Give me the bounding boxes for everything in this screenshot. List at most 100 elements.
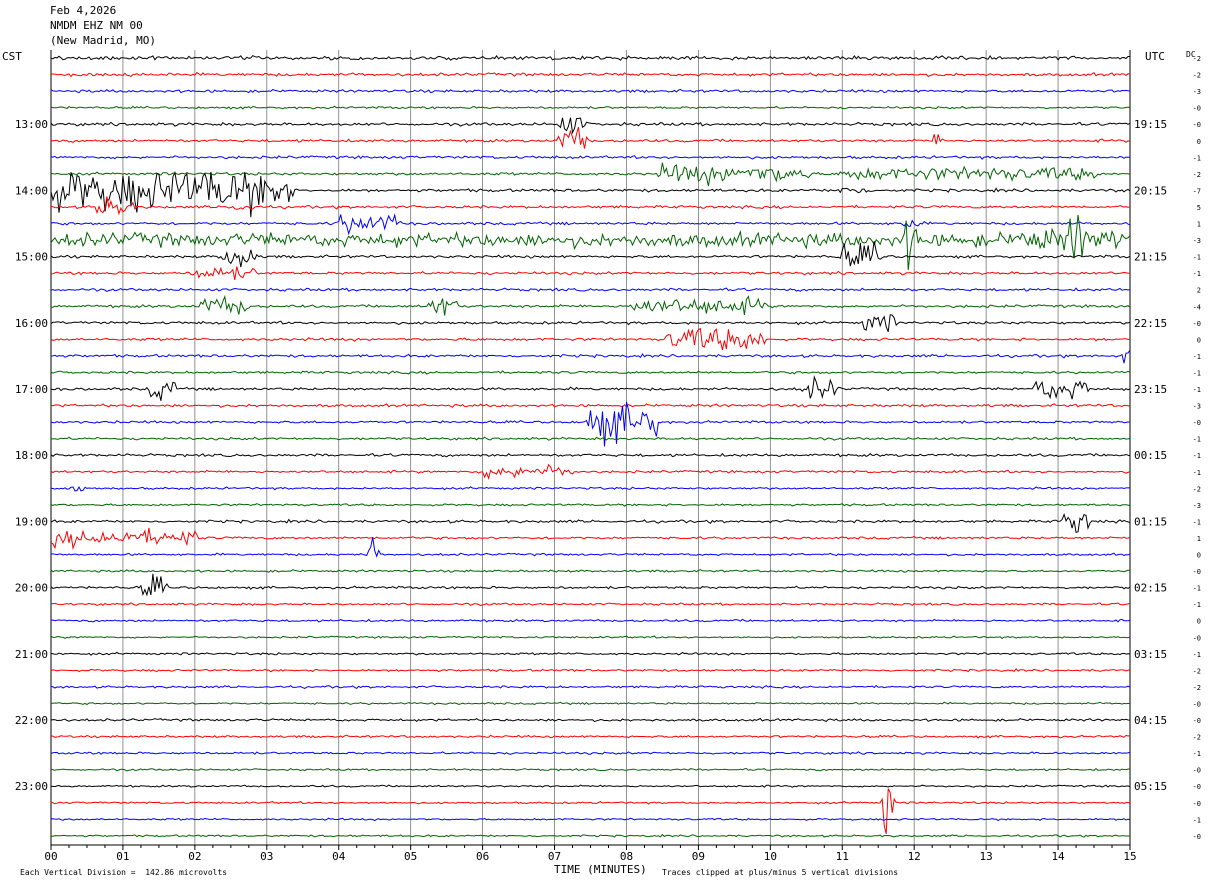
dc-offset-label: -0 xyxy=(1193,767,1201,775)
seismic-trace-row xyxy=(50,833,1131,838)
right-hour-label: 22:15 xyxy=(1134,317,1167,330)
left-hour-label: 23:00 xyxy=(15,780,48,793)
seismic-trace-row xyxy=(50,463,1131,480)
seismic-trace-row xyxy=(50,751,1131,755)
dc-offset-label: -0 xyxy=(1193,700,1201,708)
dc-offset-label: -2 xyxy=(1193,667,1201,675)
dc-offset-label: 0 xyxy=(1197,138,1201,146)
dc-offset-label: -3 xyxy=(1193,502,1201,510)
seismic-trace-row xyxy=(50,314,1131,332)
seismic-trace-row xyxy=(50,602,1131,607)
dc-offset-label: 5 xyxy=(1197,204,1201,212)
seismic-trace-row xyxy=(50,54,1130,61)
left-hour-label: 13:00 xyxy=(15,118,48,131)
x-tick-label: 00 xyxy=(44,850,57,863)
seismic-trace-row xyxy=(50,294,1131,316)
x-tick-label: 11 xyxy=(836,850,849,863)
seismic-trace-row xyxy=(50,266,1131,280)
dc-offset-label: -2 xyxy=(1193,72,1201,80)
left-hour-label: 17:00 xyxy=(15,383,48,396)
dc-offset-label: -4 xyxy=(1193,303,1201,311)
right-hour-label: 05:15 xyxy=(1134,780,1167,793)
left-hour-label: 22:00 xyxy=(15,714,48,727)
dc-offset-label: -2 xyxy=(1193,485,1201,493)
seismic-trace-row xyxy=(50,162,1131,187)
x-axis-title: TIME (MINUTES) xyxy=(554,863,647,876)
seismic-trace-row xyxy=(50,635,1131,640)
left-hour-label: 16:00 xyxy=(15,317,48,330)
dc-offset-label: -2 xyxy=(1193,55,1201,63)
dc-offset-label: -1 xyxy=(1193,154,1201,162)
vertical-division-note: Each Vertical Division = 142.86 microvol… xyxy=(20,868,228,877)
x-tick-label: 13 xyxy=(980,850,993,863)
dc-offset-label: -0 xyxy=(1193,800,1201,808)
seismic-trace-row xyxy=(50,196,1131,216)
right-hour-label: 19:15 xyxy=(1134,118,1167,131)
left-hour-label: 14:00 xyxy=(15,184,48,197)
x-tick-label: 12 xyxy=(908,850,921,863)
dc-offset-label: -1 xyxy=(1193,254,1201,262)
seismic-trace-row xyxy=(50,684,1131,690)
seismic-trace-row xyxy=(50,503,1131,507)
right-hour-label: 21:15 xyxy=(1134,251,1167,264)
x-tick-label: 07 xyxy=(548,850,561,863)
dc-offset-label: -1 xyxy=(1193,518,1201,526)
seismic-trace-row xyxy=(50,734,1131,739)
x-tick-label: 05 xyxy=(404,850,417,863)
dc-offset-label: 0 xyxy=(1197,552,1201,560)
x-tick-label: 10 xyxy=(764,850,777,863)
dc-offset-label: -0 xyxy=(1193,783,1201,791)
right-hour-label: 23:15 xyxy=(1134,383,1167,396)
seismic-trace-row xyxy=(50,349,1131,364)
dc-offset-label: -0 xyxy=(1193,717,1201,725)
seismic-trace-row xyxy=(50,817,1131,822)
dc-offset-label: 2 xyxy=(1197,287,1201,295)
left-hour-label: 20:00 xyxy=(15,582,48,595)
seismic-trace-row xyxy=(50,537,1131,558)
dc-offset-label: 1 xyxy=(1197,535,1201,543)
seismic-trace-row xyxy=(50,527,1131,551)
seismic-trace-row xyxy=(50,767,1131,772)
seismic-trace-row xyxy=(50,569,1131,573)
seismic-trace-row xyxy=(50,213,1131,236)
dc-offset-label: -1 xyxy=(1193,651,1201,659)
dc-offset-label: -1 xyxy=(1193,452,1201,460)
dc-offset-label: -3 xyxy=(1193,403,1201,411)
seismic-trace-row xyxy=(50,573,1131,597)
x-tick-label: 03 xyxy=(260,850,273,863)
x-tick-label: 15 xyxy=(1123,850,1136,863)
dc-offset-label: -1 xyxy=(1193,816,1201,824)
seismic-trace-row xyxy=(50,71,1131,78)
right-hour-label: 20:15 xyxy=(1134,184,1167,197)
dc-offset-label: -7 xyxy=(1193,187,1201,195)
seismic-trace-row xyxy=(50,485,1130,492)
x-tick-label: 09 xyxy=(692,850,705,863)
dc-offset-label: 0 xyxy=(1197,336,1201,344)
seismic-trace-row xyxy=(50,88,1131,94)
seismic-trace-row xyxy=(50,105,1131,110)
seismic-trace-row xyxy=(50,403,1131,408)
seismic-trace-row xyxy=(50,651,1131,656)
seismic-trace-row xyxy=(50,117,1131,135)
dc-offset-label: -1 xyxy=(1193,270,1201,278)
seismic-trace-row xyxy=(50,287,1131,292)
helicorder-chart: 00 01 02 03 04 05 06 07 08 09 10 11 12 13 14 15-2-2-3-0… xyxy=(15,50,1201,863)
seismic-trace-row xyxy=(50,452,1131,458)
dc-offset-label: -0 xyxy=(1193,568,1201,576)
dc-offset-label: -1 xyxy=(1193,436,1201,444)
dc-offset-label: -1 xyxy=(1193,585,1201,593)
dc-offset-label: -0 xyxy=(1193,105,1201,113)
x-tick-label: 04 xyxy=(332,850,346,863)
seismic-trace-row xyxy=(50,370,1131,375)
right-hour-label: 01:15 xyxy=(1134,515,1167,528)
dc-offset-label: -1 xyxy=(1193,369,1201,377)
seismic-trace-row xyxy=(50,784,1131,788)
seismic-trace-row xyxy=(50,436,1131,441)
dc-offset-label: -0 xyxy=(1193,634,1201,642)
seismic-trace-row xyxy=(50,512,1131,533)
dc-offset-label: -3 xyxy=(1193,237,1201,245)
right-hour-label: 00:15 xyxy=(1134,449,1167,462)
left-hour-label: 15:00 xyxy=(15,251,48,264)
x-tick-label: 08 xyxy=(620,850,633,863)
left-hour-label: 18:00 xyxy=(15,449,48,462)
